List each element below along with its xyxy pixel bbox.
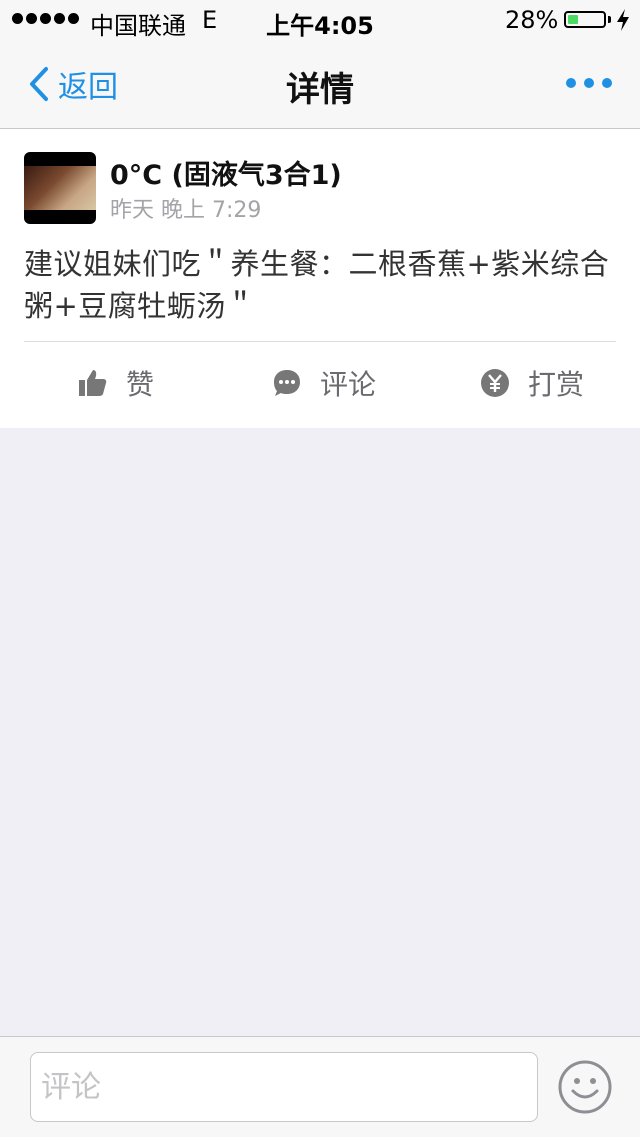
comment-input[interactable] [30, 1052, 538, 1122]
smiley-icon[interactable] [557, 1059, 613, 1115]
yuan-coin-icon [481, 369, 509, 397]
status-bar: 中国联通 E 上午4:05 28% [0, 0, 640, 40]
battery-level-fill [568, 15, 578, 24]
reward-button[interactable]: 打赏 [480, 365, 584, 401]
avatar-image [24, 166, 96, 210]
battery-icon [564, 11, 606, 28]
comment-button[interactable]: 评论 [272, 365, 376, 401]
charging-bolt-icon [617, 9, 629, 31]
page-title: 详情 [286, 70, 354, 110]
battery-tip [608, 16, 611, 23]
comment-bar [0, 1036, 640, 1137]
reward-label: 打赏 [528, 368, 585, 401]
comment-label: 评论 [320, 368, 377, 401]
like-button[interactable]: 赞 [78, 365, 154, 401]
post-author[interactable]: 0°C (固液气3合1) [110, 153, 342, 192]
more-dots-icon[interactable] [566, 78, 612, 88]
post-timestamp: 昨天 晚上 7:29 [110, 198, 262, 223]
post-content: 建议姐妹们吃＂养生餐：二根香蕉+紫米综合粥+豆腐牡蛎汤＂ [24, 247, 610, 323]
battery-percentage: 28% [505, 6, 559, 34]
divider [24, 341, 616, 342]
post-card: 0°C (固液气3合1) 昨天 晚上 7:29 建议姐妹们吃＂养生餐：二根香蕉+… [0, 129, 640, 428]
comment-bubble-icon [274, 370, 300, 396]
navigation-bar: 返回 详情 [0, 40, 640, 129]
like-label: 赞 [126, 368, 155, 401]
thumbs-up-icon [79, 370, 107, 396]
avatar[interactable] [24, 152, 96, 224]
